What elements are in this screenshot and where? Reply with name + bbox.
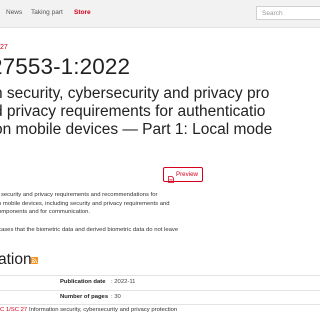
abstract-line: l security and privacy requirements and … [0,192,158,198]
search-input[interactable] [256,6,320,20]
preview-button-label: Preview [175,171,198,178]
abstract-line: cases that the biometric data and derive… [0,226,179,233]
technical-committee-description: Information security, cybersecurity and … [29,307,178,313]
meta-value-number-of-pages: : 30 [111,294,121,300]
page-title: 27553-1:2022 [0,54,131,79]
subtitle-line-3: on mobile devices — Part 1: Local mode [0,121,273,138]
abstract-text: l security and privacy requirements and … [0,191,198,234]
preview-button[interactable]: Preview [163,167,203,183]
divider [0,290,320,291]
subtitle-line-1: n security, cybersecurity and privacy pr… [0,85,270,102]
breadcrumb[interactable]: 27 [0,44,8,51]
nav-link-taking-part[interactable]: Taking part [31,9,63,16]
technical-committee-link[interactable]: C 1/SC 27 [0,307,27,313]
subtitle-line-2: d privacy requirements for authenticatio [0,103,266,120]
abstract-line: omponents and for communication. [0,209,91,216]
nav-link-news[interactable]: News [6,9,22,16]
meta-label-number-of-pages: Number of pages [60,294,109,300]
top-navigation-bar: News Taking part Store [0,0,320,28]
general-information-heading: ation [0,251,32,268]
meta-label-publication-date: Publication date [60,279,106,285]
rss-icon[interactable] [31,257,38,264]
nav-link-store[interactable]: Store [74,9,91,16]
abstract-line: n mobile devices, including security and… [0,200,170,207]
document-icon [168,171,174,183]
meta-value-publication-date: : 2022-11 [111,279,136,285]
divider [0,304,320,305]
divider [0,275,320,276]
